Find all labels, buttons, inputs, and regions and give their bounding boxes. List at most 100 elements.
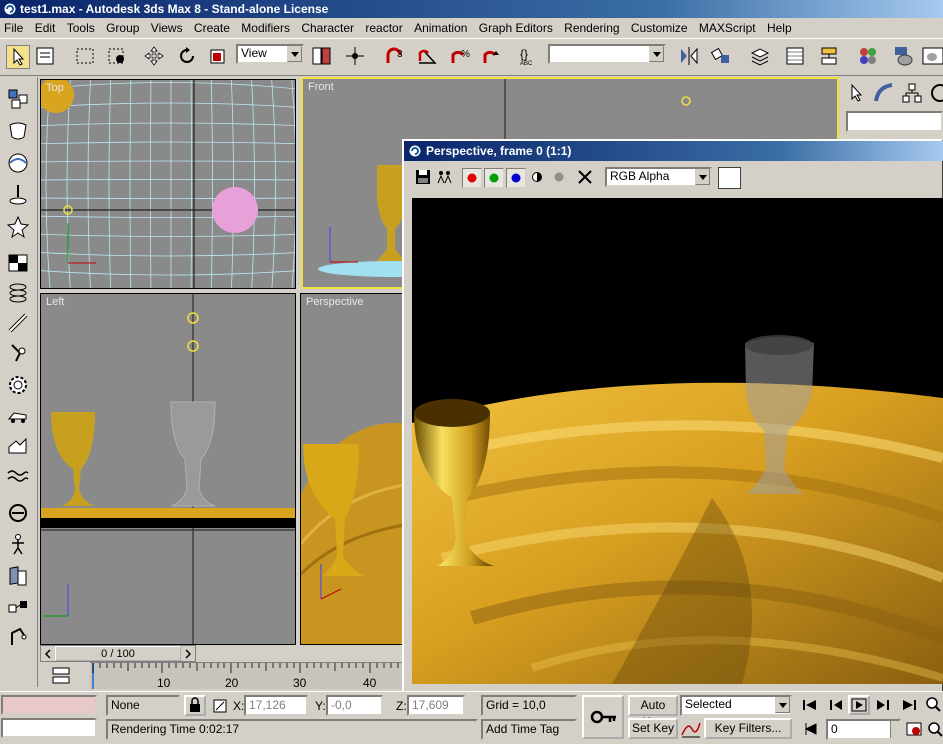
key-mode-toggle[interactable] <box>800 720 822 738</box>
deforming-mesh-button[interactable] <box>6 215 30 239</box>
motor-button[interactable] <box>6 341 30 365</box>
zoom-extents-button[interactable] <box>926 720 943 738</box>
soft-body-collection-button[interactable] <box>6 151 30 175</box>
absolute-mode-toggle[interactable] <box>212 698 228 714</box>
spring-button[interactable] <box>6 281 30 305</box>
frame-spinner-icon[interactable] <box>890 721 899 738</box>
menu-graph-editors[interactable]: Graph Editors <box>475 18 557 36</box>
mirror-button[interactable] <box>678 45 702 69</box>
3dsmax-app-icon[interactable] <box>3 2 17 16</box>
maxscript-input-mini[interactable] <box>1 718 97 738</box>
viewport-top[interactable]: Top <box>40 79 296 289</box>
menu-animation[interactable]: Animation <box>410 18 471 36</box>
render-window-title-bar[interactable]: Perspective, frame 0 (1:1) <box>404 141 943 161</box>
constraint-solver-button[interactable] <box>6 501 30 525</box>
menu-views[interactable]: Views <box>147 18 187 36</box>
viewport-left[interactable]: Left <box>40 293 296 645</box>
percent-snap-button[interactable]: % <box>449 45 473 69</box>
rigid-body-collection-button[interactable] <box>6 87 30 111</box>
menu-maxscript[interactable]: MAXScript <box>695 18 760 36</box>
create-tab[interactable] <box>844 81 868 105</box>
play-button[interactable] <box>848 695 870 715</box>
previous-frame-button[interactable] <box>826 697 846 713</box>
key-mode-dropdown[interactable]: Selected <box>680 695 792 716</box>
y-coord-field[interactable]: -0,0 <box>326 695 383 716</box>
track-bar-ruler[interactable]: 10 20 30 40 <box>90 662 402 690</box>
save-bitmap-button[interactable] <box>414 168 434 188</box>
menu-customize[interactable]: Customize <box>627 18 692 36</box>
zoom-button[interactable] <box>923 695 943 715</box>
ragdoll-button[interactable] <box>6 533 30 557</box>
dashpot-button[interactable] <box>6 311 30 335</box>
menu-file[interactable]: File <box>0 18 27 36</box>
move-button[interactable] <box>143 45 167 69</box>
go-to-end-button[interactable] <box>899 697 919 713</box>
time-slider-thumb[interactable]: 0 / 100 <box>55 646 181 661</box>
quick-render-dropdown[interactable] <box>922 45 943 69</box>
angle-snap-button[interactable] <box>416 45 440 69</box>
chevron-left-icon[interactable] <box>43 649 53 659</box>
water-button[interactable] <box>6 465 30 489</box>
set-key-large-button[interactable] <box>582 695 624 739</box>
material-editor-button[interactable] <box>857 45 881 69</box>
window-crossing-button[interactable] <box>106 45 130 69</box>
edit-named-selection-button[interactable]: {} ABC <box>517 45 541 69</box>
viewport-label-top[interactable]: Top <box>46 82 64 94</box>
menu-help[interactable]: Help <box>763 18 796 36</box>
named-selection-dropdown[interactable] <box>548 44 666 64</box>
ragdoll-constraint-button[interactable] <box>6 625 30 649</box>
scale-button[interactable] <box>207 45 231 69</box>
pivot-center-button[interactable] <box>310 45 334 69</box>
wind-button[interactable] <box>6 373 30 397</box>
chevron-right-icon[interactable] <box>183 649 193 659</box>
color-swatch[interactable] <box>718 167 741 189</box>
menu-rendering[interactable]: Rendering <box>560 18 623 36</box>
select-manipulate-button[interactable] <box>344 45 368 69</box>
schematic-view-button[interactable] <box>818 45 842 69</box>
chevron-down-icon[interactable] <box>287 46 302 62</box>
align-button[interactable] <box>710 45 734 69</box>
go-to-start-button[interactable] <box>800 697 820 713</box>
toy-car-button[interactable] <box>6 405 30 429</box>
layer-manager-button[interactable] <box>749 45 773 69</box>
alpha-channel-toggle[interactable] <box>550 168 570 188</box>
chevron-down-icon[interactable] <box>649 46 664 62</box>
menu-create[interactable]: Create <box>190 18 234 36</box>
select-object-button[interactable] <box>6 45 30 69</box>
viewport-label-left[interactable]: Left <box>46 296 64 308</box>
clear-button[interactable] <box>576 168 596 188</box>
rotate-button[interactable] <box>176 45 200 69</box>
maxscript-listener-mini[interactable] <box>1 695 97 715</box>
red-channel-toggle[interactable] <box>462 168 482 188</box>
set-key-button[interactable]: Set Key <box>628 718 678 739</box>
mini-curve-editor-button[interactable] <box>50 664 72 686</box>
cloth-collection-button[interactable] <box>6 119 30 143</box>
reference-coord-dropdown[interactable]: View <box>236 44 304 64</box>
display-channel-dropdown[interactable]: RGB Alpha <box>605 167 712 187</box>
fracture-button[interactable] <box>6 435 30 459</box>
green-channel-toggle[interactable] <box>484 168 504 188</box>
menu-edit[interactable]: Edit <box>31 18 60 36</box>
menu-character[interactable]: Character <box>297 18 358 36</box>
chevron-down-icon[interactable] <box>775 697 790 713</box>
menu-group[interactable]: Group <box>102 18 143 36</box>
snaps-toggle-button[interactable]: 3 <box>384 45 408 69</box>
rope-collection-button[interactable] <box>6 183 30 207</box>
chevron-down-icon[interactable] <box>695 169 710 185</box>
viewport-label-perspective[interactable]: Perspective <box>306 296 363 308</box>
time-slider[interactable]: 0 / 100 <box>40 645 196 662</box>
menu-reactor[interactable]: reactor <box>361 18 406 36</box>
monochrome-toggle[interactable] <box>528 168 548 188</box>
rendered-image[interactable] <box>412 198 943 684</box>
spinner-snap-button[interactable] <box>481 45 505 69</box>
viewport-label-front[interactable]: Front <box>308 81 334 93</box>
default-tangent-button[interactable] <box>680 719 702 739</box>
viewport-perspective[interactable]: Perspective <box>300 293 410 645</box>
rect-selection-button[interactable] <box>74 45 98 69</box>
blue-channel-toggle[interactable] <box>506 168 526 188</box>
hinge-button[interactable] <box>6 565 30 589</box>
key-filters-button[interactable]: Key Filters... <box>704 718 792 739</box>
hierarchy-tab[interactable] <box>900 81 924 105</box>
menu-modifiers[interactable]: Modifiers <box>237 18 294 36</box>
clone-window-button[interactable] <box>436 168 456 188</box>
